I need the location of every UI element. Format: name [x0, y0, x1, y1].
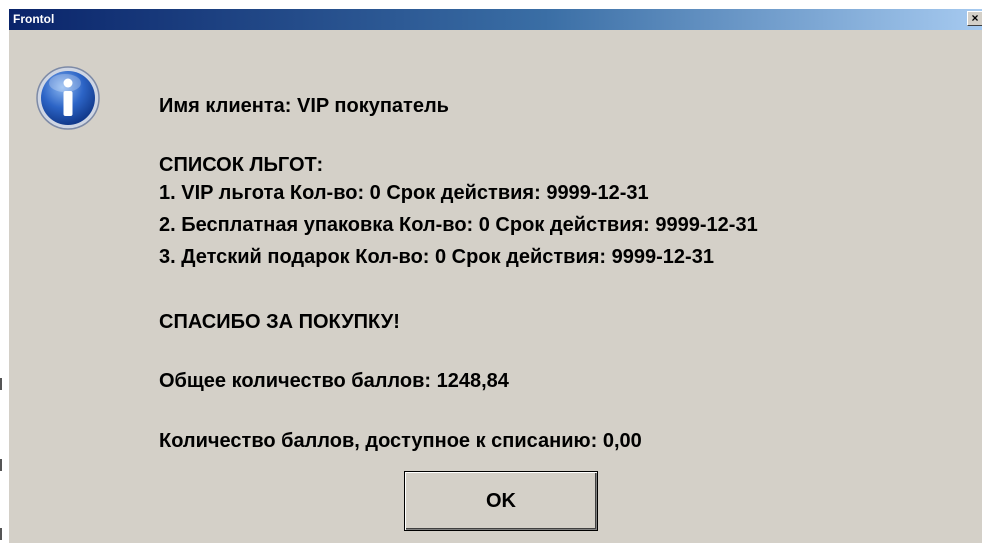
background-edge-mark: [0, 528, 2, 540]
close-button[interactable]: ×: [967, 11, 982, 26]
window-title: Frontol: [13, 12, 55, 26]
ok-button[interactable]: OK: [404, 471, 598, 531]
info-icon: [36, 66, 100, 130]
client-name-text: Имя клиента: VIP покупатель: [159, 95, 449, 117]
benefits-header: СПИСОК ЛЬГОТ:: [159, 154, 324, 176]
title-bar[interactable]: Frontol ×: [9, 9, 982, 30]
benefit-item-2: 2. Бесплатная упаковка Кол-во: 0 Срок де…: [159, 214, 758, 236]
available-points-text: Количество баллов, доступное к списанию:…: [159, 430, 642, 452]
background-edge-mark: [0, 378, 2, 390]
total-points-text: Общее количество баллов: 1248,84: [159, 370, 509, 392]
benefit-item-1: 1. VIP льгота Кол-во: 0 Срок действия: 9…: [159, 182, 649, 204]
thanks-text: СПАСИБО ЗА ПОКУПКУ!: [159, 311, 400, 333]
message-dialog: Frontol × Имя клиента: VIP покупатель СП…: [8, 9, 982, 543]
benefit-item-3: 3. Детский подарок Кол-во: 0 Срок действ…: [159, 246, 714, 268]
background-edge-mark: [0, 459, 2, 471]
